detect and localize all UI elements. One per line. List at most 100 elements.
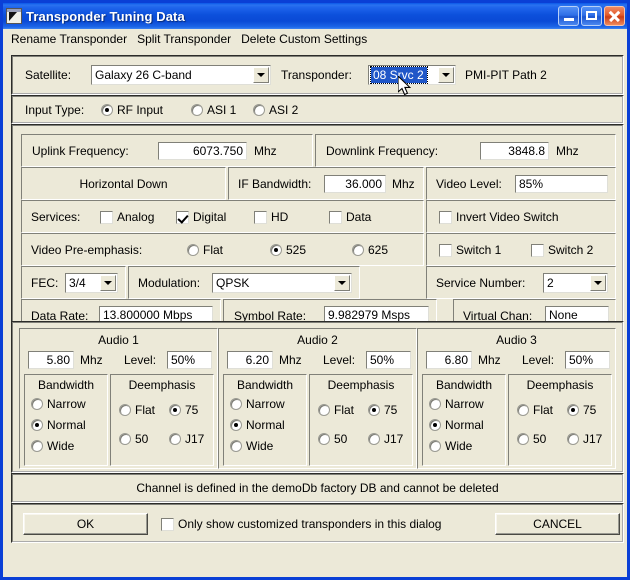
uplink-frequency-unit: Mhz <box>254 144 277 158</box>
input-type-label: Input Type: <box>25 103 85 117</box>
radio-asi-1[interactable]: ASI 1 <box>191 103 236 117</box>
radio-audio-2-75[interactable]: 75 <box>368 403 397 417</box>
menu-item-delete-custom-settings[interactable]: Delete Custom Settings <box>237 31 373 48</box>
audio-2-level-label: Level: <box>323 353 356 367</box>
audio-2-frequency-unit: Mhz <box>279 353 302 367</box>
chevron-down-icon[interactable] <box>334 275 350 291</box>
radio-audio-2-normal-label: Normal <box>246 418 285 432</box>
radio-audio-2-narrow[interactable]: Narrow <box>230 397 285 411</box>
modulation-label: Modulation: <box>138 276 201 290</box>
checkbox-hd[interactable]: HD <box>254 210 288 224</box>
uplink-frequency-input[interactable]: 6073.750 <box>158 142 247 160</box>
radio-audio-3-normal[interactable]: Normal <box>429 418 484 432</box>
downlink-frequency-unit: Mhz <box>556 144 579 158</box>
radio-audio-2-narrow-label: Narrow <box>246 397 285 411</box>
fec-combo[interactable]: 3/4 <box>65 273 118 293</box>
radio-audio-1-normal[interactable]: Normal <box>31 418 86 432</box>
audio-3-bandwidth-group: Bandwidth Narrow Normal Wide <box>422 374 506 466</box>
radio-dot-icon <box>230 419 242 431</box>
checkbox-data[interactable]: Data <box>329 210 371 224</box>
radio-dot-icon <box>253 104 265 116</box>
chevron-down-icon[interactable] <box>438 67 454 83</box>
audio-2-frequency-input[interactable]: 6.20 <box>227 351 273 369</box>
radio-audio-2-flat[interactable]: Flat <box>318 403 354 417</box>
checkbox-hd-label: HD <box>271 210 289 224</box>
checkbox-analog[interactable]: Analog <box>100 210 154 224</box>
downlink-frequency-input[interactable]: 3848.8 <box>480 142 549 160</box>
radio-audio-3-wide-label: Wide <box>445 439 473 453</box>
radio-dot-icon <box>230 440 242 452</box>
transponder-combo[interactable]: 08 Srvc 2 <box>368 65 456 85</box>
radio-dot-icon <box>270 244 282 256</box>
radio-audio-3-narrow[interactable]: Narrow <box>429 397 484 411</box>
audio-1-level-input[interactable]: 50% <box>167 351 212 369</box>
modulation-combo[interactable]: QPSK <box>212 273 352 293</box>
radio-audio-1-50[interactable]: 50 <box>119 432 148 446</box>
checkbox-digital[interactable]: Digital <box>176 210 226 224</box>
radio-audio-1-j17[interactable]: J17 <box>169 432 204 446</box>
radio-dot-icon <box>31 440 43 452</box>
video-level-input[interactable]: 85% <box>515 175 608 193</box>
video-level-label: Video Level: <box>436 177 502 191</box>
audio-2-level-input[interactable]: 50% <box>366 351 411 369</box>
polarization-label: Horizontal Down <box>79 176 168 191</box>
ok-button[interactable]: OK <box>23 513 148 535</box>
checkbox-only-show-customized[interactable]: Only show customized transponders in thi… <box>161 517 441 531</box>
checkbox-digital-label: Digital <box>193 210 227 224</box>
radio-dot-icon <box>517 433 529 445</box>
service-number-label: Service Number: <box>436 276 526 290</box>
menu-item-split-transponder[interactable]: Split Transponder <box>133 31 237 48</box>
radio-preemphasis-flat[interactable]: Flat <box>187 243 223 257</box>
radio-rf-input[interactable]: RF Input <box>101 103 163 117</box>
title-bar[interactable]: Transponder Tuning Data <box>3 3 627 29</box>
radio-audio-1-flat[interactable]: Flat <box>119 403 155 417</box>
checkbox-switch-1[interactable]: Switch 1 <box>439 243 501 257</box>
satellite-combo[interactable]: Galaxy 26 C-band <box>91 65 271 85</box>
radio-audio-2-normal[interactable]: Normal <box>230 418 285 432</box>
checkbox-switch-2[interactable]: Switch 2 <box>531 243 593 257</box>
radio-preemphasis-525[interactable]: 525 <box>270 243 306 257</box>
radio-audio-2-50-label: 50 <box>334 432 348 446</box>
fec-group: FEC: 3/4 <box>21 266 126 299</box>
chevron-down-icon[interactable] <box>253 67 269 83</box>
maximize-button[interactable] <box>581 6 602 26</box>
radio-audio-1-wide[interactable]: Wide <box>31 439 74 453</box>
chevron-down-icon[interactable] <box>100 275 116 291</box>
audio-1-frequency-input[interactable]: 5.80 <box>28 351 74 369</box>
audio-3-level-input[interactable]: 50% <box>565 351 610 369</box>
radio-audio-2-wide[interactable]: Wide <box>230 439 273 453</box>
checkbox-invert-video-switch[interactable]: Invert Video Switch <box>439 210 559 224</box>
radio-preemphasis-625[interactable]: 625 <box>352 243 388 257</box>
radio-audio-1-75-label: 75 <box>185 403 199 417</box>
radio-audio-1-75[interactable]: 75 <box>169 403 198 417</box>
app-icon <box>6 8 22 24</box>
minimize-button[interactable] <box>558 6 579 26</box>
radio-audio-3-75[interactable]: 75 <box>567 403 596 417</box>
checkbox-icon <box>100 210 113 224</box>
radio-audio-1-j17-label: J17 <box>185 432 205 446</box>
radio-audio-3-50[interactable]: 50 <box>517 432 546 446</box>
if-bandwidth-input[interactable]: 36.000 <box>324 175 386 193</box>
radio-dot-icon <box>169 404 181 416</box>
radio-audio-2-j17[interactable]: J17 <box>368 432 403 446</box>
service-number-combo[interactable]: 2 <box>543 273 608 293</box>
audio-3-frequency-input[interactable]: 6.80 <box>426 351 472 369</box>
input-type-panel: Input Type: RF Input ASI 1 ASI 2 <box>11 95 624 124</box>
radio-audio-3-j17[interactable]: J17 <box>567 432 602 446</box>
radio-audio-3-flat-label: Flat <box>533 403 554 417</box>
radio-audio-2-50[interactable]: 50 <box>318 432 347 446</box>
close-button[interactable] <box>604 6 625 26</box>
chevron-down-icon[interactable] <box>590 275 606 291</box>
audio-3-deemphasis-group: Deemphasis Flat 75 50 J17 <box>508 374 612 466</box>
radio-preemphasis-525-label: 525 <box>286 243 307 257</box>
radio-audio-3-flat[interactable]: Flat <box>517 403 553 417</box>
radio-audio-3-wide[interactable]: Wide <box>429 439 472 453</box>
if-bandwidth-group: IF Bandwidth: 36.000 Mhz <box>228 167 424 200</box>
status-message: Channel is defined in the demoDb factory… <box>136 481 499 495</box>
radio-audio-1-narrow[interactable]: Narrow <box>31 397 86 411</box>
audio-3-frequency-unit: Mhz <box>478 353 501 367</box>
menu-item-rename-transponder[interactable]: Rename Transponder <box>7 31 133 48</box>
cancel-button[interactable]: CANCEL <box>495 513 620 535</box>
radio-asi-2[interactable]: ASI 2 <box>253 103 298 117</box>
radio-asi-1-label: ASI 1 <box>207 103 237 117</box>
